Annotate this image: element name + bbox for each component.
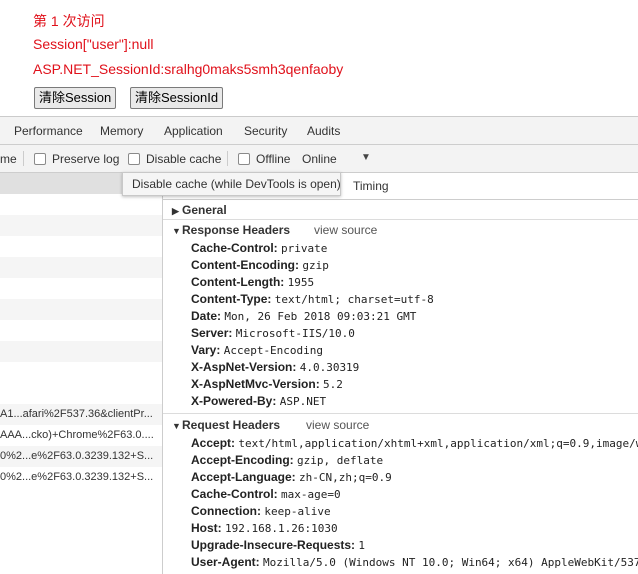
response-headers-section-header[interactable]: ▼Response Headers bbox=[172, 223, 290, 237]
response-header: Content-Encoding: gzip bbox=[191, 258, 329, 272]
tab-security[interactable]: Security bbox=[244, 124, 287, 138]
list-item[interactable] bbox=[0, 215, 162, 236]
request-header: User-Agent: Mozilla/5.0 (Windows NT 10.0… bbox=[191, 555, 638, 569]
clear-sessionid-button[interactable]: 清除SessionId bbox=[130, 87, 224, 109]
list-item[interactable] bbox=[0, 341, 162, 362]
list-item[interactable]: AAA...cko)+Chrome%2F63.0.... bbox=[0, 425, 162, 446]
request-list: A1...afari%2F537.36&clientPr... AAA...ck… bbox=[0, 173, 163, 574]
session-user-text: Session["user"]:null bbox=[33, 36, 154, 52]
preserve-log-checkbox[interactable] bbox=[34, 153, 46, 165]
request-header: Accept-Language: zh-CN,zh;q=0.9 bbox=[191, 470, 392, 484]
offline-label[interactable]: Offline bbox=[256, 152, 290, 166]
request-header: Cache-Control: max-age=0 bbox=[191, 487, 341, 501]
request-header: Upgrade-Insecure-Requests: 1 bbox=[191, 538, 366, 552]
chevron-down-icon[interactable]: ▼ bbox=[361, 152, 371, 163]
tab-audits[interactable]: Audits bbox=[307, 124, 340, 138]
list-item[interactable]: A1...afari%2F537.36&clientPr... bbox=[0, 404, 162, 425]
clear-session-button[interactable]: 清除Session bbox=[34, 87, 117, 109]
visit-count-text: 第 1 次访问 bbox=[33, 13, 105, 29]
request-header: Host: 192.168.1.26:1030 bbox=[191, 521, 338, 535]
headers-pane: Timing ▶ General ▼Response Headers view s… bbox=[163, 173, 638, 574]
list-item[interactable] bbox=[0, 362, 162, 383]
toolbar-divider bbox=[227, 151, 228, 166]
request-header: Connection: keep-alive bbox=[191, 504, 331, 518]
disable-cache-checkbox[interactable] bbox=[128, 153, 140, 165]
web-page: 第 1 次访问 Session["user"]:null ASP.NET_Ses… bbox=[0, 0, 638, 116]
response-view-source-link[interactable]: view source bbox=[314, 223, 377, 237]
list-item[interactable]: 0%2...e%2F63.0.3239.132+S... bbox=[0, 446, 162, 467]
name-filter-fragment: me bbox=[0, 152, 17, 166]
response-header: Content-Length: 1955 bbox=[191, 275, 315, 289]
offline-checkbox[interactable] bbox=[238, 153, 250, 165]
request-header: Accept: text/html,application/xhtml+xml,… bbox=[191, 436, 638, 450]
session-id-text: ASP.NET_SessionId:sralhg0maks5smh3qenfao… bbox=[33, 61, 344, 77]
list-item[interactable]: 0%2...e%2F63.0.3239.132+S... bbox=[0, 467, 162, 488]
request-view-source-link[interactable]: view source bbox=[306, 418, 369, 432]
response-header: Date: Mon, 26 Feb 2018 09:03:21 GMT bbox=[191, 309, 417, 323]
throttle-select[interactable]: Online bbox=[302, 152, 337, 166]
network-toolbar: me Preserve log Disable cache Offline On… bbox=[0, 145, 638, 173]
tab-application[interactable]: Application bbox=[164, 124, 223, 138]
disable-cache-tooltip: Disable cache (while DevTools is open) bbox=[122, 172, 341, 196]
response-header: X-Powered-By: ASP.NET bbox=[191, 394, 327, 408]
list-item[interactable] bbox=[0, 194, 162, 215]
request-header: Accept-Encoding: gzip, deflate bbox=[191, 453, 384, 467]
list-item[interactable] bbox=[0, 299, 162, 320]
triangle-right-icon: ▶ bbox=[172, 206, 179, 216]
divider bbox=[163, 413, 638, 414]
response-header: X-AspNet-Version: 4.0.30319 bbox=[191, 360, 360, 374]
divider bbox=[163, 219, 638, 220]
general-section-header[interactable]: ▶ General bbox=[172, 203, 227, 217]
tab-timing[interactable]: Timing bbox=[353, 179, 389, 193]
request-headers-section-header[interactable]: ▼Request Headers bbox=[172, 418, 280, 432]
response-header: Server: Microsoft-IIS/10.0 bbox=[191, 326, 355, 340]
response-header: Vary: Accept-Encoding bbox=[191, 343, 324, 357]
response-header: Content-Type: text/html; charset=utf-8 bbox=[191, 292, 434, 306]
triangle-down-icon: ▼ bbox=[172, 226, 181, 236]
devtools-tab-bar: Performance Memory Application Security … bbox=[0, 117, 638, 145]
list-item[interactable] bbox=[0, 278, 162, 299]
list-item[interactable] bbox=[0, 320, 162, 341]
preserve-log-label[interactable]: Preserve log bbox=[52, 152, 119, 166]
response-header: X-AspNetMvc-Version: 5.2 bbox=[191, 377, 343, 391]
tab-performance[interactable]: Performance bbox=[14, 124, 83, 138]
triangle-down-icon: ▼ bbox=[172, 421, 181, 431]
response-header: Cache-Control: private bbox=[191, 241, 328, 255]
list-item[interactable] bbox=[0, 236, 162, 257]
tab-memory[interactable]: Memory bbox=[100, 124, 143, 138]
toolbar-divider bbox=[23, 151, 24, 166]
disable-cache-label[interactable]: Disable cache bbox=[146, 152, 221, 166]
list-item[interactable] bbox=[0, 257, 162, 278]
